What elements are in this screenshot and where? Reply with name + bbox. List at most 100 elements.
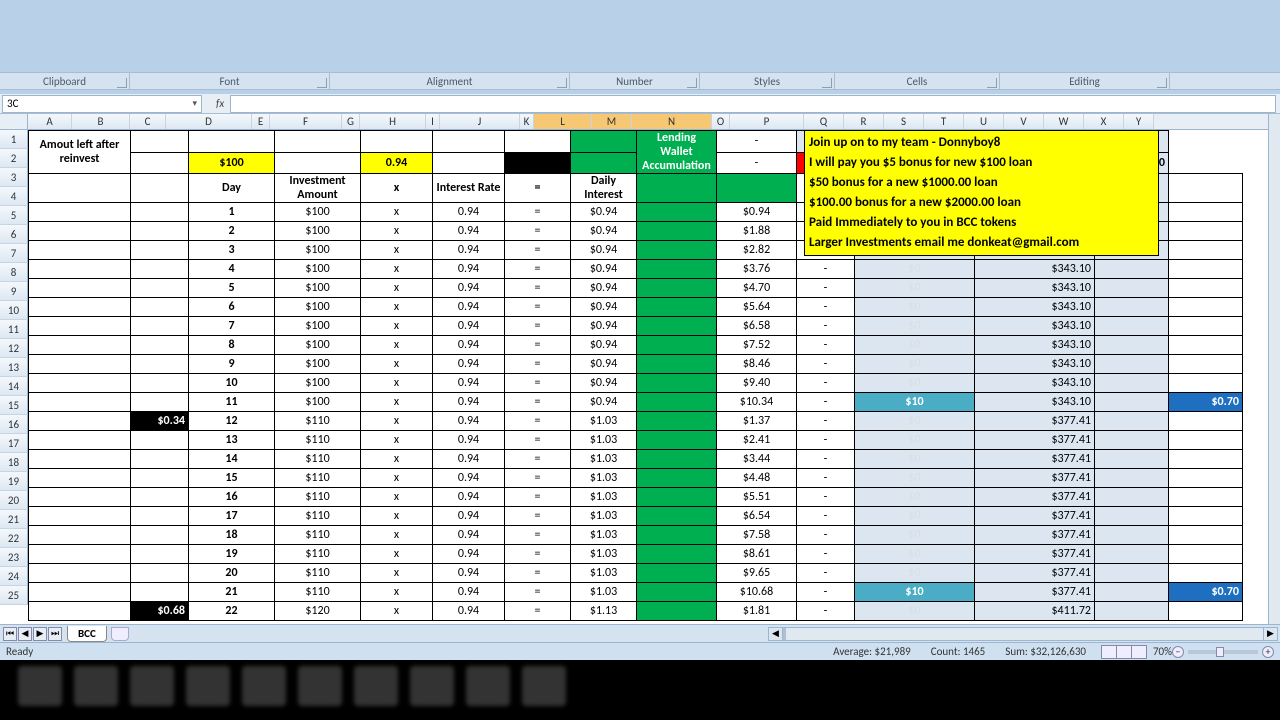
cell[interactable] <box>131 241 189 260</box>
view-break-icon[interactable] <box>1131 645 1147 659</box>
cell[interactable]: $0.94 <box>571 279 637 298</box>
cell[interactable] <box>29 241 131 260</box>
row-header-18[interactable]: 18 <box>0 453 28 472</box>
cell[interactable]: $0.70 <box>1169 583 1243 602</box>
cell[interactable] <box>1095 431 1169 450</box>
cell[interactable]: $7.58 <box>717 526 797 545</box>
cell[interactable] <box>637 507 717 526</box>
cell[interactable]: $10 <box>855 393 975 412</box>
row-header-7[interactable]: 7 <box>0 244 28 263</box>
cell[interactable]: 0.94 <box>433 526 505 545</box>
cell[interactable]: 0.94 <box>433 545 505 564</box>
cell[interactable]: x <box>361 222 433 241</box>
cell[interactable]: $100 <box>275 355 361 374</box>
cell[interactable]: $1.03 <box>571 412 637 431</box>
cell[interactable]: = <box>505 450 571 469</box>
cell[interactable] <box>1169 174 1243 203</box>
cell[interactable]: x <box>361 488 433 507</box>
cell[interactable] <box>1095 488 1169 507</box>
cell[interactable]: 0.94 <box>433 583 505 602</box>
cell[interactable]: $5.51 <box>717 488 797 507</box>
cell[interactable]: $0.94 <box>717 203 797 222</box>
col-header-N[interactable]: N <box>632 114 712 129</box>
cell[interactable]: $0.94 <box>571 336 637 355</box>
cell[interactable]: = <box>505 545 571 564</box>
cell[interactable] <box>1169 222 1243 241</box>
cell[interactable]: $110 <box>275 583 361 602</box>
cell[interactable]: $0 <box>855 507 975 526</box>
scroll-right-icon[interactable]: ▶ <box>1263 628 1277 640</box>
cell[interactable]: x <box>361 564 433 583</box>
cell[interactable]: 17 <box>189 507 275 526</box>
cell[interactable]: - <box>797 564 855 583</box>
cell[interactable]: = <box>505 412 571 431</box>
cell[interactable]: - <box>797 507 855 526</box>
col-header-J[interactable]: J <box>440 114 520 129</box>
cell[interactable]: $377.41 <box>975 507 1095 526</box>
cell[interactable] <box>29 412 131 431</box>
cell[interactable] <box>29 545 131 564</box>
cell[interactable] <box>1095 393 1169 412</box>
cell[interactable] <box>131 450 189 469</box>
cell[interactable]: x <box>361 298 433 317</box>
cell[interactable] <box>637 469 717 488</box>
cell[interactable]: 0.94 <box>433 488 505 507</box>
col-header-X[interactable]: X <box>1084 114 1124 129</box>
cell[interactable]: $10 <box>855 583 975 602</box>
cell[interactable]: 0.94 <box>433 355 505 374</box>
row-header-20[interactable]: 20 <box>0 491 28 510</box>
cell[interactable]: = <box>505 241 571 260</box>
cell[interactable] <box>637 298 717 317</box>
cell[interactable]: $343.10 <box>975 317 1095 336</box>
cell[interactable] <box>29 174 131 203</box>
cell[interactable]: $1.03 <box>571 564 637 583</box>
cell[interactable] <box>1169 355 1243 374</box>
cell[interactable]: $411.72 <box>975 602 1095 621</box>
cell[interactable] <box>29 393 131 412</box>
cell[interactable] <box>1095 526 1169 545</box>
cell[interactable]: = <box>505 526 571 545</box>
cell[interactable] <box>29 450 131 469</box>
row-header-17[interactable]: 17 <box>0 434 28 453</box>
vertical-scrollbar[interactable] <box>1268 114 1280 625</box>
cell[interactable] <box>1095 507 1169 526</box>
cell[interactable]: x <box>361 279 433 298</box>
cell[interactable]: 2 <box>189 222 275 241</box>
cell[interactable] <box>1095 583 1169 602</box>
zoom-control[interactable]: − + <box>1172 646 1274 658</box>
cell[interactable] <box>637 355 717 374</box>
cell[interactable]: - <box>797 374 855 393</box>
cell[interactable]: - <box>797 545 855 564</box>
cell[interactable]: $110 <box>275 488 361 507</box>
cell[interactable]: x <box>361 583 433 602</box>
cell[interactable] <box>637 545 717 564</box>
row-header-4[interactable]: 4 <box>0 187 28 206</box>
cell[interactable]: 0.94 <box>433 260 505 279</box>
cell[interactable]: 8 <box>189 336 275 355</box>
cell[interactable]: - <box>797 317 855 336</box>
cell[interactable] <box>29 317 131 336</box>
prev-sheet-icon[interactable]: ◀ <box>18 627 32 641</box>
cell[interactable] <box>29 469 131 488</box>
cell[interactable]: $100 <box>275 298 361 317</box>
cell[interactable] <box>131 222 189 241</box>
cell[interactable] <box>275 152 361 174</box>
cell[interactable]: $377.41 <box>975 526 1095 545</box>
cell[interactable]: $4.48 <box>717 469 797 488</box>
cell[interactable]: 9 <box>189 355 275 374</box>
cell-amount-left-header[interactable]: Amout left after reinvest <box>29 131 131 174</box>
cell[interactable]: $0 <box>855 279 975 298</box>
cell[interactable]: $377.41 <box>975 545 1095 564</box>
col-header-V[interactable]: V <box>1004 114 1044 129</box>
cell[interactable]: 0.94 <box>433 431 505 450</box>
row-header-12[interactable]: 12 <box>0 339 28 358</box>
cell[interactable] <box>29 279 131 298</box>
cell[interactable]: $2.41 <box>717 431 797 450</box>
cell[interactable] <box>637 174 717 203</box>
spreadsheet-grid[interactable]: 1234567891011121314151617181920212223242… <box>0 130 1268 625</box>
cell[interactable]: x <box>361 507 433 526</box>
col-header-P[interactable]: P <box>730 114 804 129</box>
cell[interactable]: 13 <box>189 431 275 450</box>
cell[interactable]: 0.94 <box>433 450 505 469</box>
cell[interactable]: $377.41 <box>975 488 1095 507</box>
